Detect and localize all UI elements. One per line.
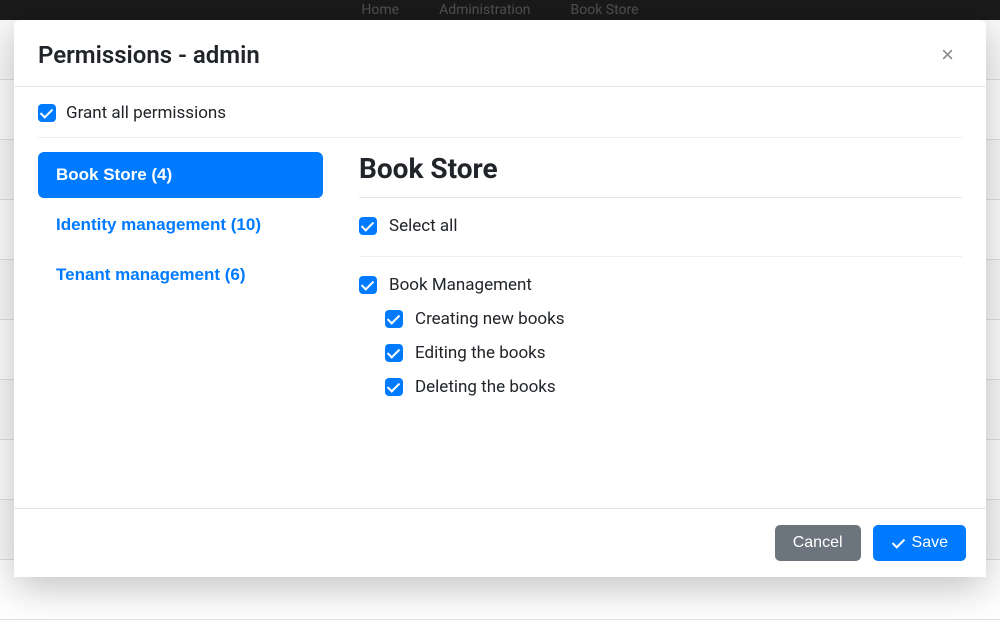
- grant-all-row: Grant all permissions: [38, 103, 962, 138]
- permission-content: Book Store Select all Book Management Cr…: [359, 152, 962, 411]
- tab-identity-management[interactable]: Identity management (10): [38, 202, 323, 248]
- save-button-label: Save: [912, 534, 948, 552]
- permission-item-editing: Editing the books: [385, 343, 962, 363]
- permission-item-deleting: Deleting the books: [385, 377, 962, 397]
- nav-admin[interactable]: Administration: [439, 2, 530, 18]
- tab-book-store[interactable]: Book Store (4): [38, 152, 323, 198]
- save-button[interactable]: Save: [873, 525, 966, 561]
- permission-checkbox[interactable]: [385, 378, 403, 396]
- permission-checkbox[interactable]: [359, 276, 377, 294]
- permission-label: Editing the books: [415, 343, 546, 363]
- close-button[interactable]: ×: [933, 40, 962, 70]
- permission-label: Deleting the books: [415, 377, 556, 397]
- content-title: Book Store: [359, 152, 962, 198]
- permissions-modal: Permissions - admin × Grant all permissi…: [14, 20, 986, 577]
- permission-item-book-management: Book Management: [359, 275, 962, 295]
- body-columns: Book Store (4) Identity management (10) …: [38, 152, 962, 411]
- grant-all-checkbox[interactable]: [38, 104, 56, 122]
- permission-checkbox[interactable]: [385, 344, 403, 362]
- cancel-button-label: Cancel: [793, 534, 843, 552]
- modal-title: Permissions - admin: [38, 41, 260, 69]
- permission-checkbox[interactable]: [385, 310, 403, 328]
- permission-label: Creating new books: [415, 309, 565, 329]
- modal-footer: Cancel Save: [14, 508, 986, 577]
- nav-home[interactable]: Home: [361, 2, 399, 18]
- permission-item-creating: Creating new books: [385, 309, 962, 329]
- grant-all-label: Grant all permissions: [66, 103, 226, 123]
- check-icon: [891, 536, 905, 550]
- tab-tenant-management[interactable]: Tenant management (6): [38, 252, 323, 298]
- top-navbar: Home Administration Book Store: [0, 0, 1000, 20]
- cancel-button[interactable]: Cancel: [775, 525, 861, 561]
- close-icon: ×: [941, 42, 954, 67]
- permission-label: Book Management: [389, 275, 532, 295]
- select-all-row: Select all: [359, 216, 962, 257]
- permission-group-tabs: Book Store (4) Identity management (10) …: [38, 152, 323, 411]
- modal-header: Permissions - admin ×: [14, 20, 986, 87]
- nav-store[interactable]: Book Store: [571, 2, 639, 18]
- select-all-label: Select all: [389, 216, 457, 236]
- select-all-checkbox[interactable]: [359, 217, 377, 235]
- modal-body: Grant all permissions Book Store (4) Ide…: [14, 87, 986, 508]
